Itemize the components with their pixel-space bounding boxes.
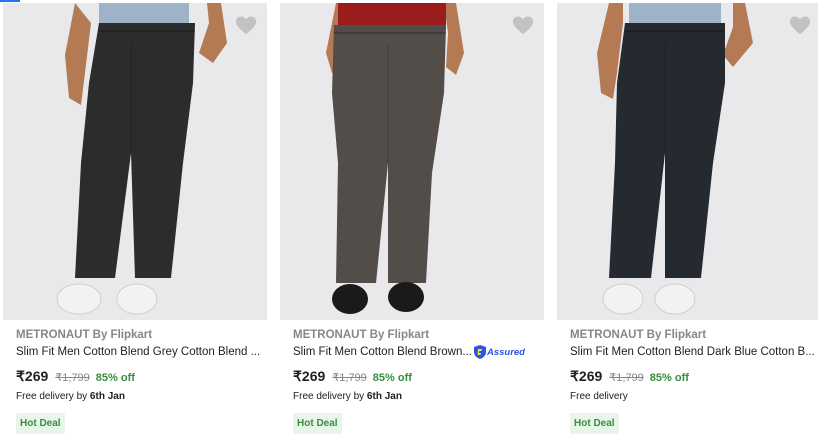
product-title[interactable]: Slim Fit Men Cotton Blend Dark Blue Cott… xyxy=(570,344,816,360)
delivery-prefix: Free delivery by xyxy=(16,391,90,402)
discount-percent: 85% off xyxy=(649,372,689,384)
product-card[interactable]: METRONAUT By Flipkart Slim Fit Men Cotto… xyxy=(280,0,544,434)
product-grid: METRONAUT By Flipkart Slim Fit Men Cotto… xyxy=(0,0,818,434)
assured-label: Assured xyxy=(486,346,525,358)
heart-icon[interactable] xyxy=(789,15,811,37)
product-info: METRONAUT By Flipkart Slim Fit Men Cotto… xyxy=(570,328,816,434)
selling-price: ₹269 xyxy=(293,368,326,384)
delivery-info: Free delivery xyxy=(570,390,816,403)
model-photo xyxy=(597,3,753,315)
delivery-date: 6th Jan xyxy=(89,391,125,402)
model-figure xyxy=(326,3,464,314)
price-row: ₹269 ₹1,799 85% off xyxy=(16,368,262,386)
product-card[interactable]: METRONAUT By Flipkart Slim Fit Men Cotto… xyxy=(557,0,818,434)
product-image[interactable] xyxy=(3,3,267,320)
original-price: ₹1,799 xyxy=(332,372,367,384)
product-title[interactable]: Slim Fit Men Cotton Blend Brown... xyxy=(293,344,472,360)
title-row: Slim Fit Men Cotton Blend Brown... Assur… xyxy=(293,344,539,360)
product-title[interactable]: Slim Fit Men Cotton Blend Grey Cotton Bl… xyxy=(16,344,262,360)
product-info: METRONAUT By Flipkart Slim Fit Men Cotto… xyxy=(293,328,539,434)
brand-name: METRONAUT By Flipkart xyxy=(16,329,153,341)
product-image[interactable] xyxy=(280,3,544,320)
delivery-prefix: Free delivery xyxy=(570,391,628,402)
model-figure xyxy=(597,3,753,315)
heart-icon[interactable] xyxy=(235,15,257,37)
delivery-prefix: Free delivery by xyxy=(293,391,367,402)
model-photo xyxy=(326,3,464,314)
price-row: ₹269 ₹1,799 85% off xyxy=(570,368,816,386)
heart-icon[interactable] xyxy=(512,15,534,37)
brand-name: METRONAUT By Flipkart xyxy=(570,329,707,341)
delivery-info: Free delivery by 6th Jan xyxy=(293,390,539,403)
delivery-info: Free delivery by 6th Jan xyxy=(16,390,262,403)
price-row: ₹269 ₹1,799 85% off xyxy=(293,368,539,386)
product-info: METRONAUT By Flipkart Slim Fit Men Cotto… xyxy=(16,328,262,434)
model-figure xyxy=(56,3,227,315)
discount-percent: 85% off xyxy=(372,372,412,384)
original-price: ₹1,799 xyxy=(609,372,644,384)
selling-price: ₹269 xyxy=(570,368,603,384)
delivery-date: 6th Jan xyxy=(366,391,402,402)
model-photo xyxy=(56,3,227,315)
brand-name: METRONAUT By Flipkart xyxy=(293,329,430,341)
product-image[interactable] xyxy=(557,3,818,320)
flipkart-assured-icon xyxy=(473,345,486,359)
product-card[interactable]: METRONAUT By Flipkart Slim Fit Men Cotto… xyxy=(3,0,267,434)
flipkart-assured-badge: Assured xyxy=(473,345,525,359)
original-price: ₹1,799 xyxy=(55,372,90,384)
selling-price: ₹269 xyxy=(16,368,49,384)
discount-percent: 85% off xyxy=(95,372,135,384)
